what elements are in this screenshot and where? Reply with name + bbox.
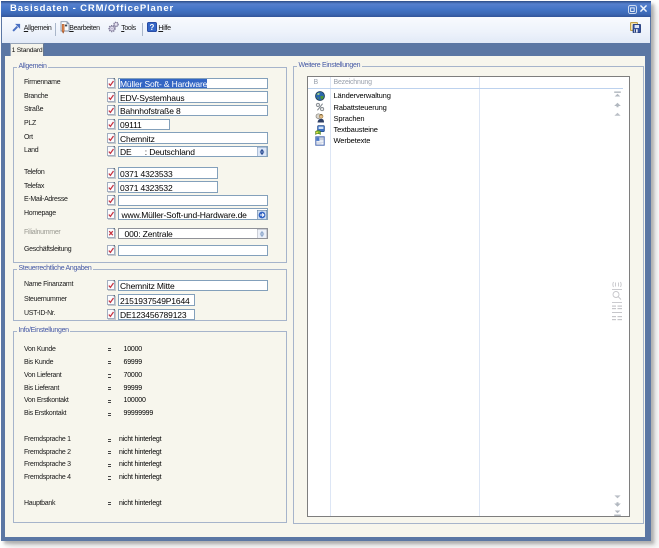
svg-text:?: ?	[150, 23, 155, 32]
